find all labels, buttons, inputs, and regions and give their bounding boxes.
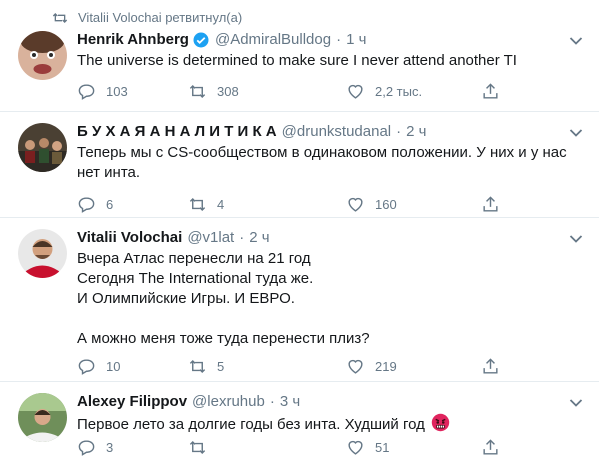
like-count: 2,2 тыс. xyxy=(375,83,423,99)
tweet-text-value: Первое лето за долгие годы без инта. Худ… xyxy=(77,416,425,433)
chevron-down-icon[interactable] xyxy=(569,36,583,46)
author-name[interactable]: Б У Х А Я А Н А Л И Т И К А xyxy=(77,122,277,142)
tweet-actions: 3 51 xyxy=(77,435,579,459)
tweet-actions: 103 308 2,2 тыс. xyxy=(77,79,579,103)
tweet-header: Alexey Filippov @lexruhub · 3 ч xyxy=(77,392,300,412)
tweet-text: Теперь мы с CS-сообществом в одинаковом … xyxy=(77,143,571,183)
reply-button[interactable]: 3 xyxy=(77,438,113,457)
retweet-icon xyxy=(189,359,206,373)
like-count: 219 xyxy=(375,358,397,374)
avatar[interactable] xyxy=(18,123,67,172)
author-handle[interactable]: @AdmiralBulldog xyxy=(215,30,331,50)
share-button[interactable] xyxy=(481,357,500,376)
tweet-header: Б У Х А Я А Н А Л И Т И К А @drunkstudan… xyxy=(77,122,426,142)
tweet-feed: Vitalii Volochai ретвитнул(а) Henrik Ahn… xyxy=(0,0,599,472)
heart-icon xyxy=(348,359,363,374)
verified-badge-icon xyxy=(193,32,209,48)
tweet-text-content: The universe is determined to make sure … xyxy=(77,52,517,69)
retweet-count: 5 xyxy=(217,358,225,374)
avatar[interactable] xyxy=(18,229,67,278)
tweet-time[interactable]: 2 ч xyxy=(249,228,269,248)
retweet-icon xyxy=(189,440,206,454)
tweet-4[interactable]: Alexey Filippov @lexruhub · 3 ч Первое л… xyxy=(0,382,599,472)
reply-button[interactable]: 10 xyxy=(77,357,120,376)
tweet-text-content: Теперь мы с CS-сообществом в одинаковом … xyxy=(77,144,571,181)
heart-icon xyxy=(348,440,363,455)
avatar[interactable] xyxy=(18,393,67,442)
angry-face-icon xyxy=(431,413,450,432)
tweet-actions: 10 5 219 xyxy=(77,354,579,378)
retweet-notice: Vitalii Volochai ретвитнул(а) xyxy=(52,10,242,25)
tweet-text-content: Первое лето за долгие годы без инта. Худ… xyxy=(77,413,571,435)
tweet-3[interactable]: Vitalii Volochai @v1lat · 2 ч Вчера Атла… xyxy=(0,218,599,382)
tweet-text: The universe is determined to make sure … xyxy=(77,51,571,71)
share-button[interactable] xyxy=(481,82,500,101)
reply-button[interactable]: 6 xyxy=(77,195,113,214)
separator-dot: · xyxy=(336,31,342,48)
chevron-down-icon[interactable] xyxy=(569,234,583,244)
reply-count: 103 xyxy=(106,83,128,99)
author-handle[interactable]: @drunkstudanal xyxy=(282,122,391,142)
chevron-down-icon[interactable] xyxy=(569,128,583,138)
heart-icon xyxy=(348,197,363,212)
tweet-2[interactable]: Б У Х А Я А Н А Л И Т И К А @drunkstudan… xyxy=(0,112,599,218)
tweet-time[interactable]: 2 ч xyxy=(406,122,426,142)
share-button[interactable] xyxy=(481,195,500,214)
reply-button[interactable]: 103 xyxy=(77,82,128,101)
reply-count: 10 xyxy=(106,358,121,374)
retweet-button[interactable]: 308 xyxy=(188,82,239,101)
tweet-text: Вчера Атлас перенесли на 21 год Сегодня … xyxy=(77,249,571,349)
chevron-down-icon[interactable] xyxy=(569,398,583,408)
like-button[interactable]: 160 xyxy=(346,195,397,214)
tweet-text: Первое лето за долгие годы без инта. Худ… xyxy=(77,413,571,435)
heart-icon xyxy=(348,84,363,99)
separator-dot: · xyxy=(396,123,402,140)
retweet-button[interactable] xyxy=(188,438,217,457)
tweet-text-content: Вчера Атлас перенесли на 21 год Сегодня … xyxy=(77,250,370,347)
reply-icon xyxy=(78,83,95,100)
like-button[interactable]: 2,2 тыс. xyxy=(346,82,422,101)
separator-dot: · xyxy=(269,393,275,410)
retweet-icon xyxy=(189,84,206,98)
author-name[interactable]: Alexey Filippov xyxy=(77,392,187,412)
reply-count: 3 xyxy=(106,439,114,455)
tweet-actions: 6 4 160 xyxy=(77,192,579,216)
share-icon xyxy=(483,438,498,455)
tweet-time[interactable]: 3 ч xyxy=(280,392,300,412)
share-button[interactable] xyxy=(481,438,500,457)
like-button[interactable]: 219 xyxy=(346,357,397,376)
author-name[interactable]: Vitalii Volochai xyxy=(77,228,182,248)
tweet-header: Henrik Ahnberg @AdmiralBulldog · 1 ч xyxy=(77,30,366,50)
reply-icon xyxy=(78,439,95,456)
reply-icon xyxy=(78,358,95,375)
retweet-count: 308 xyxy=(217,83,239,99)
reply-count: 6 xyxy=(106,196,114,212)
retweet-icon xyxy=(189,197,206,211)
retweet-notice-text[interactable]: Vitalii Volochai ретвитнул(а) xyxy=(78,10,242,25)
retweet-button[interactable]: 4 xyxy=(188,195,224,214)
author-handle[interactable]: @v1lat xyxy=(187,228,234,248)
share-icon xyxy=(483,82,498,99)
like-count: 51 xyxy=(375,439,390,455)
author-handle[interactable]: @lexruhub xyxy=(192,392,265,412)
tweet-header: Vitalii Volochai @v1lat · 2 ч xyxy=(77,228,270,248)
retweet-count: 4 xyxy=(217,196,225,212)
separator-dot: · xyxy=(239,229,245,246)
like-button[interactable]: 51 xyxy=(346,438,389,457)
retweet-icon xyxy=(52,12,68,23)
share-icon xyxy=(483,195,498,212)
avatar[interactable] xyxy=(18,31,67,80)
author-name[interactable]: Henrik Ahnberg xyxy=(77,30,189,50)
share-icon xyxy=(483,357,498,374)
tweet-time[interactable]: 1 ч xyxy=(346,30,366,50)
retweet-button[interactable]: 5 xyxy=(188,357,224,376)
reply-icon xyxy=(78,196,95,213)
like-count: 160 xyxy=(375,196,397,212)
tweet-1[interactable]: Vitalii Volochai ретвитнул(а) Henrik Ahn… xyxy=(0,0,599,112)
